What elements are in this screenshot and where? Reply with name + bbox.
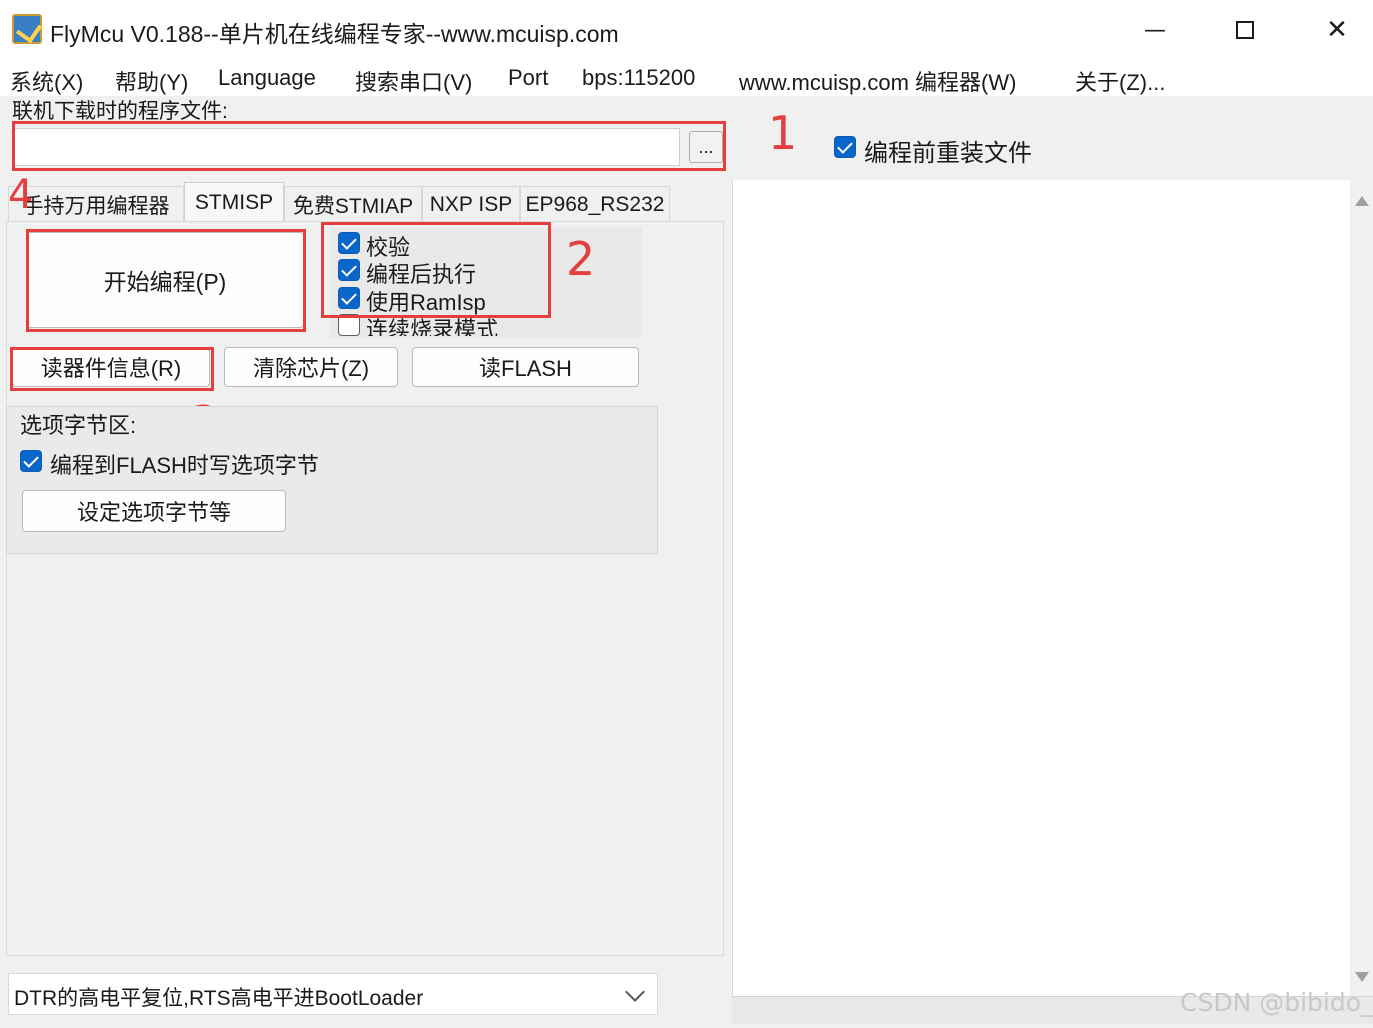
menu-port[interactable]: Port xyxy=(508,65,548,91)
tab-label: 手持万用编程器 xyxy=(22,194,170,218)
menu-language[interactable]: Language xyxy=(218,65,316,91)
vertical-scrollbar[interactable] xyxy=(1350,180,1373,996)
tab-label: 免费STMIAP xyxy=(292,194,414,218)
menu-system[interactable]: 系统(X) xyxy=(10,65,83,97)
highlight-box-read-info xyxy=(10,347,214,391)
maximize-icon xyxy=(1236,21,1254,39)
scroll-down-icon[interactable] xyxy=(1355,972,1369,982)
highlight-box-options xyxy=(321,222,551,318)
tab-stmisp[interactable]: STMISP xyxy=(184,182,284,223)
window-title: FlyMcu V0.188--单片机在线编程专家--www.mcuisp.com xyxy=(50,21,619,47)
tab-nxp-isp[interactable]: NXP ISP xyxy=(422,186,520,222)
tab-label: STMISP xyxy=(194,191,274,214)
tab-handheld-programmer[interactable]: 手持万用编程器 xyxy=(8,186,184,222)
set-option-bytes-button[interactable]: 设定选项字节等 xyxy=(22,490,286,532)
annotation-1: 1 xyxy=(768,106,798,160)
reload-file-checkbox[interactable] xyxy=(834,136,856,158)
close-icon: ✕ xyxy=(1326,15,1348,45)
tab-free-stmiap[interactable]: 免费STMIAP xyxy=(284,186,422,222)
highlight-box-file xyxy=(12,121,726,171)
close-button[interactable]: ✕ xyxy=(1292,0,1373,60)
minimize-icon: — xyxy=(1144,17,1166,43)
annotation-4: 4 xyxy=(8,172,34,218)
log-output-panel[interactable] xyxy=(732,180,1350,996)
tab-label: EP968_RS232 xyxy=(525,192,665,216)
program-file-label: 联机下载时的程序文件: xyxy=(12,100,228,121)
app-logo-icon xyxy=(12,14,42,44)
maximize-button[interactable] xyxy=(1200,0,1290,60)
erase-chip-button[interactable]: 清除芯片(Z) xyxy=(224,347,398,387)
write-option-bytes-label: 编程到FLASH时写选项字节 xyxy=(50,453,319,478)
menu-help[interactable]: 帮助(Y) xyxy=(115,65,188,97)
option-bytes-label: 选项字节区: xyxy=(20,413,137,438)
menu-about[interactable]: 关于(Z)... xyxy=(1075,65,1165,97)
tab-label: NXP ISP xyxy=(429,192,513,216)
reload-file-label: 编程前重装文件 xyxy=(864,140,1032,167)
highlight-box-start xyxy=(26,229,306,332)
menu-search-port[interactable]: 搜索串口(V) xyxy=(355,65,472,97)
minimize-button[interactable]: — xyxy=(1110,0,1200,60)
menu-programmer[interactable]: www.mcuisp.com 编程器(W) xyxy=(739,65,1016,97)
menu-baud-rate[interactable]: bps:115200 xyxy=(582,65,695,91)
annotation-2: 2 xyxy=(566,232,596,286)
read-flash-button[interactable]: 读FLASH xyxy=(412,347,639,387)
reset-mode-value: DTR的高电平复位,RTS高电平进BootLoader xyxy=(14,987,424,1010)
tab-ep968-rs232[interactable]: EP968_RS232 xyxy=(520,186,670,222)
write-option-bytes-checkbox[interactable] xyxy=(20,450,42,472)
scroll-up-icon[interactable] xyxy=(1355,196,1369,206)
watermark: CSDN @bibido_ xyxy=(1180,988,1373,1017)
